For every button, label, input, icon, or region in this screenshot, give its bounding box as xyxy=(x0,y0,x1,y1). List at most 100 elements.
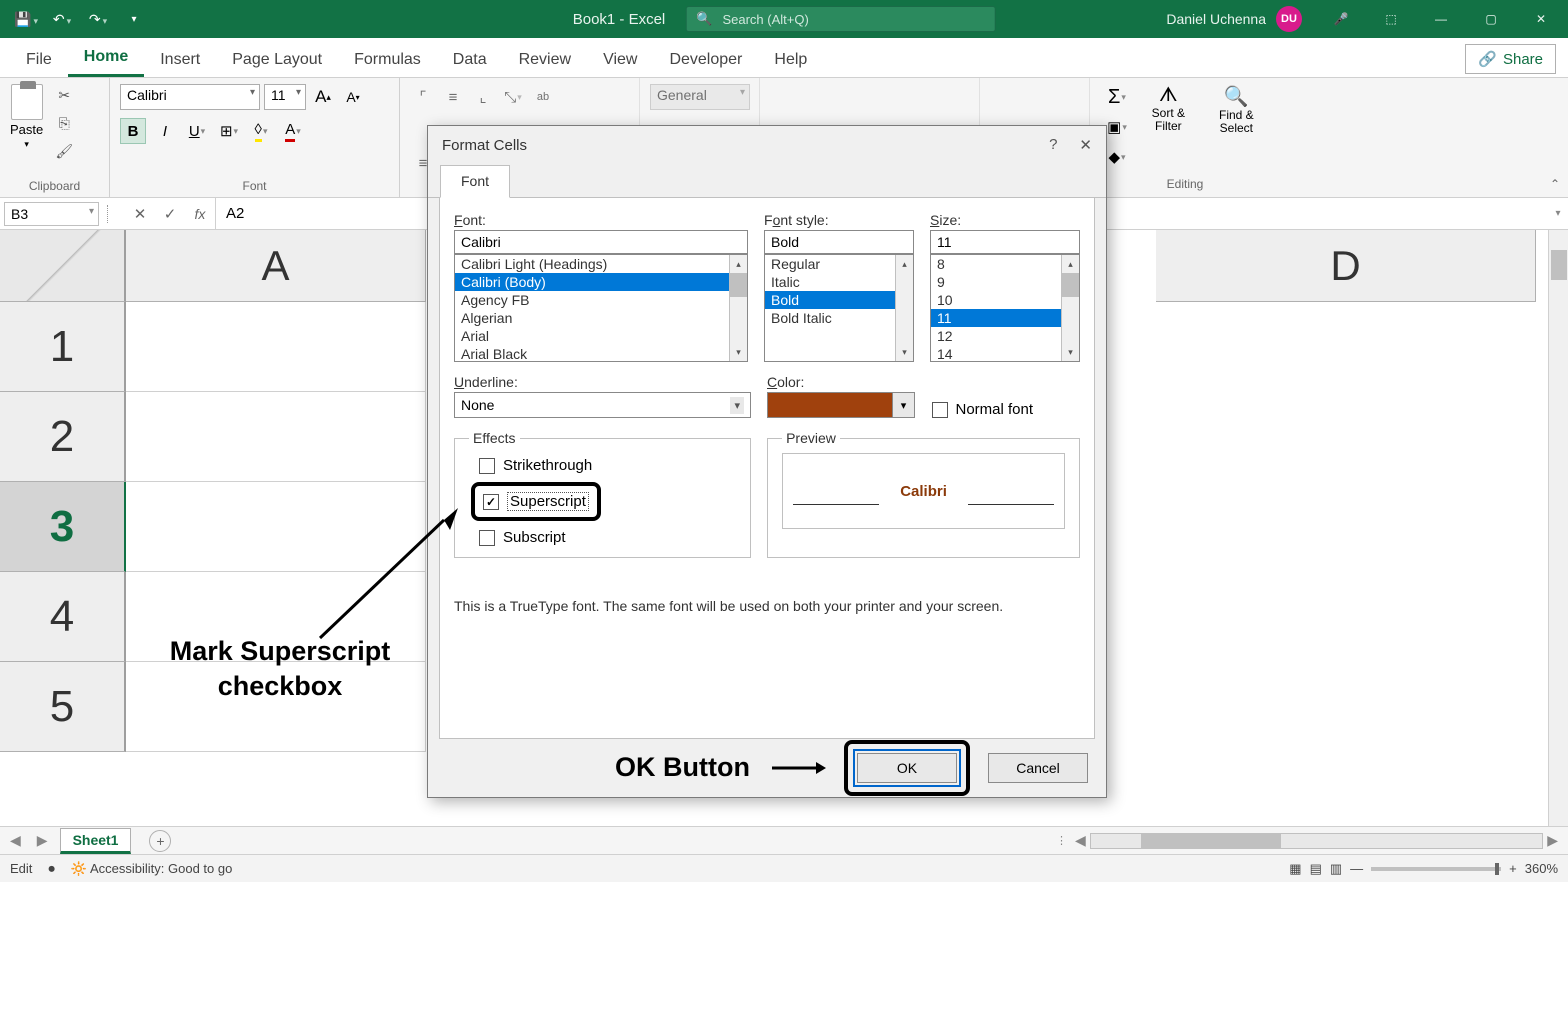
superscript-checkbox[interactable] xyxy=(483,494,499,510)
row-header-1[interactable]: 1 xyxy=(0,302,126,392)
align-bottom-icon[interactable]: ⌞ xyxy=(470,84,496,110)
list-item[interactable]: Bold xyxy=(765,291,913,309)
dialog-close-icon[interactable]: ✕ xyxy=(1079,136,1092,154)
tab-data[interactable]: Data xyxy=(437,43,503,77)
list-item[interactable]: Arial xyxy=(455,327,747,345)
normal-font-checkbox[interactable] xyxy=(932,402,948,418)
font-input[interactable] xyxy=(454,230,748,254)
view-pagebreak-icon[interactable]: ▥ xyxy=(1330,861,1342,877)
fill-color-button[interactable]: ◊ xyxy=(248,118,274,144)
user-name[interactable]: Daniel Uchenna xyxy=(1166,11,1266,27)
tab-file[interactable]: File xyxy=(10,43,68,77)
horizontal-scrollbar[interactable] xyxy=(1090,833,1543,849)
zoom-level[interactable]: 360% xyxy=(1525,861,1558,876)
orientation-icon[interactable]: ⤡ xyxy=(500,84,526,110)
italic-button[interactable]: I xyxy=(152,118,178,144)
list-item[interactable]: 10 xyxy=(931,291,1079,309)
hscroll-left-icon[interactable]: ◀ xyxy=(1071,832,1090,849)
align-middle-icon[interactable]: ≡ xyxy=(440,84,466,110)
sheet-nav-prev-icon[interactable]: ◀ xyxy=(6,832,25,849)
paste-button[interactable]: Paste ▾ xyxy=(10,84,43,150)
tab-page-layout[interactable]: Page Layout xyxy=(216,43,338,77)
minimize-icon[interactable]: — xyxy=(1418,0,1464,38)
increase-font-icon[interactable]: A▴ xyxy=(310,84,336,110)
zoom-out-icon[interactable]: — xyxy=(1350,861,1363,876)
row-header-4[interactable]: 4 xyxy=(0,572,126,662)
close-icon[interactable]: ✕ xyxy=(1518,0,1564,38)
macro-record-icon[interactable]: ⏺ xyxy=(48,861,55,877)
qat-customize-icon[interactable]: ▾ xyxy=(120,5,148,33)
list-item[interactable]: 9 xyxy=(931,273,1079,291)
column-header-a[interactable]: A xyxy=(126,230,426,302)
tab-view[interactable]: View xyxy=(587,43,653,77)
vertical-scrollbar[interactable] xyxy=(1548,230,1568,826)
undo-icon[interactable]: ↶ xyxy=(48,5,76,33)
view-layout-icon[interactable]: ▤ xyxy=(1310,861,1322,877)
listbox-scrollbar[interactable]: ▴▾ xyxy=(1061,255,1079,361)
zoom-in-icon[interactable]: + xyxy=(1509,861,1517,876)
name-box[interactable]: B3 xyxy=(4,202,99,226)
add-sheet-button[interactable]: + xyxy=(149,830,171,852)
accessibility-status[interactable]: 🔆 Accessibility: Good to go xyxy=(71,861,232,877)
row-header-5[interactable]: 5 xyxy=(0,662,126,752)
column-header-d[interactable]: D xyxy=(1156,230,1536,302)
share-button[interactable]: 🔗 Share xyxy=(1465,44,1556,74)
bold-button[interactable]: B xyxy=(120,118,146,144)
zoom-slider[interactable] xyxy=(1371,867,1501,871)
hscroll-handle[interactable]: ⋮ xyxy=(1052,834,1071,847)
tab-help[interactable]: Help xyxy=(758,43,823,77)
save-icon[interactable]: 💾 xyxy=(12,5,40,33)
list-item[interactable]: Agency FB xyxy=(455,291,747,309)
tab-formulas[interactable]: Formulas xyxy=(338,43,437,77)
strikethrough-checkbox[interactable] xyxy=(479,458,495,474)
tab-developer[interactable]: Developer xyxy=(653,43,758,77)
ribbon-mode-icon[interactable]: ⬚ xyxy=(1368,0,1414,38)
list-item[interactable]: 14 xyxy=(931,345,1079,362)
font-name-dropdown[interactable]: Calibri xyxy=(120,84,260,110)
tab-review[interactable]: Review xyxy=(503,43,587,77)
listbox-scrollbar[interactable]: ▴▾ xyxy=(729,255,747,361)
list-item[interactable]: Algerian xyxy=(455,309,747,327)
mic-icon[interactable]: 🎤 xyxy=(1318,0,1364,38)
cut-icon[interactable]: ✂ xyxy=(53,84,75,106)
format-painter-icon[interactable]: 🖌 xyxy=(53,140,75,162)
row-header-3[interactable]: 3 xyxy=(0,482,126,572)
dialog-titlebar[interactable]: Format Cells ? ✕ xyxy=(428,126,1106,164)
borders-button[interactable]: ⊞ xyxy=(216,118,242,144)
style-input[interactable] xyxy=(764,230,914,254)
sheet-tab[interactable]: Sheet1 xyxy=(60,828,132,854)
sort-filter-button[interactable]: ᗑ Sort & Filter xyxy=(1142,84,1195,133)
list-item[interactable]: Regular xyxy=(765,255,913,273)
autosum-button[interactable]: Σ xyxy=(1104,84,1130,110)
cancel-formula-icon[interactable]: ✕ xyxy=(125,205,155,223)
list-item[interactable]: 12 xyxy=(931,327,1079,345)
copy-icon[interactable]: ⎘ xyxy=(53,112,75,134)
dialog-help-icon[interactable]: ? xyxy=(1049,136,1057,154)
enter-formula-icon[interactable]: ✓ xyxy=(155,205,185,223)
font-color-button[interactable]: A xyxy=(280,118,306,144)
redo-icon[interactable]: ↷ xyxy=(84,5,112,33)
cell[interactable] xyxy=(126,302,426,392)
maximize-icon[interactable]: ▢ xyxy=(1468,0,1514,38)
sheet-nav-next-icon[interactable]: ▶ xyxy=(33,832,52,849)
tab-insert[interactable]: Insert xyxy=(144,43,216,77)
expand-formula-icon[interactable]: ▾ xyxy=(1548,208,1568,219)
hscroll-right-icon[interactable]: ▶ xyxy=(1543,832,1562,849)
list-item[interactable]: Arial Black xyxy=(455,345,747,362)
font-size-dropdown[interactable]: 11 xyxy=(264,84,306,110)
ok-button[interactable]: OK xyxy=(857,753,957,783)
style-listbox[interactable]: Regular Italic Bold Bold Italic ▴▾ xyxy=(764,254,914,362)
underline-button[interactable]: U xyxy=(184,118,210,144)
view-normal-icon[interactable]: ▦ xyxy=(1289,861,1301,877)
dialog-tab-font[interactable]: Font xyxy=(440,165,510,198)
fill-button[interactable]: ▣ xyxy=(1104,114,1130,140)
avatar[interactable]: DU xyxy=(1276,6,1302,32)
clear-button[interactable]: ◆ xyxy=(1104,144,1130,170)
cell[interactable] xyxy=(126,392,426,482)
row-header-2[interactable]: 2 xyxy=(0,392,126,482)
color-dropdown[interactable]: ▾ xyxy=(767,392,915,418)
size-input[interactable] xyxy=(930,230,1080,254)
insert-function-icon[interactable]: fx xyxy=(185,206,215,222)
search-input[interactable]: 🔍 Search (Alt+Q) xyxy=(685,6,995,32)
find-select-button[interactable]: 🔍 Find & Select xyxy=(1207,84,1266,135)
